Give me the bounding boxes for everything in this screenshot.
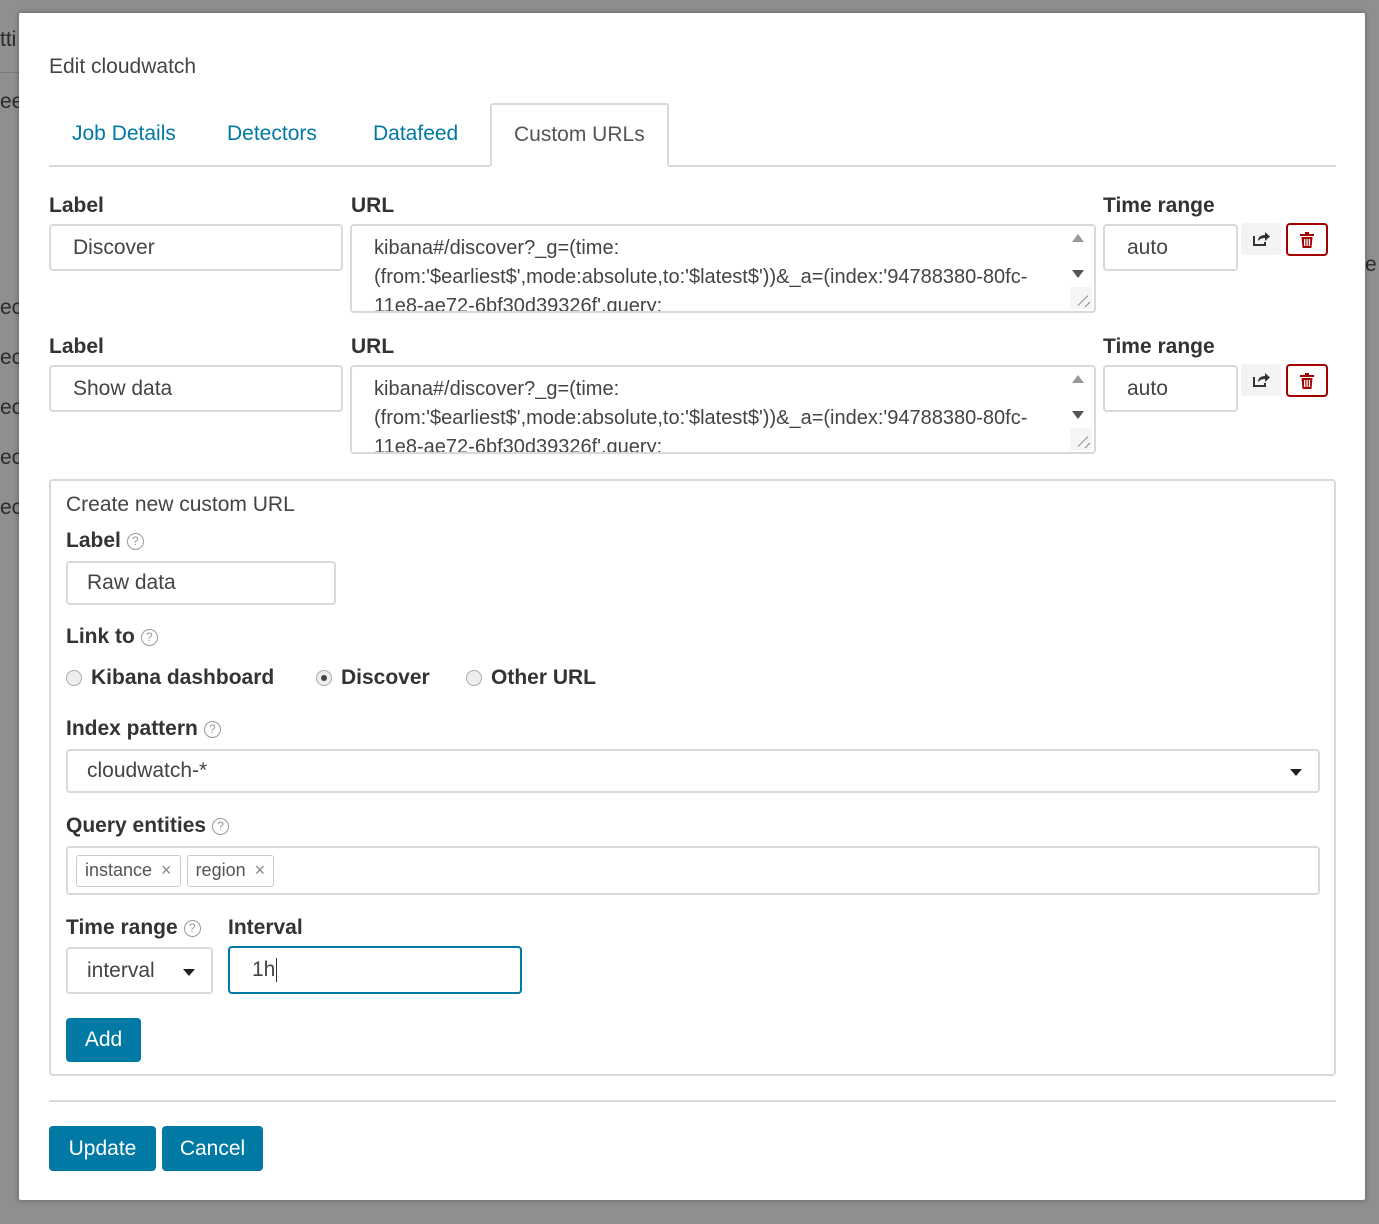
custom-url-text: kibana#/discover?_g=(time:(from:'$earlie… xyxy=(374,378,1028,454)
help-icon[interactable]: ? xyxy=(183,919,201,937)
query-entities-text: Query entities xyxy=(66,814,207,837)
panel-title: Create new custom URL xyxy=(66,493,295,516)
radio-button[interactable] xyxy=(466,670,482,686)
test-url-button[interactable] xyxy=(1241,364,1281,396)
custom-url-label-input[interactable]: Show data xyxy=(49,365,343,412)
link-to-heading: Link to? xyxy=(66,625,158,649)
edit-job-modal: Edit cloudwatch Job Details Detectors Da… xyxy=(19,13,1365,1200)
trash-icon xyxy=(1300,372,1314,389)
share-icon xyxy=(1253,232,1270,246)
test-url-button[interactable] xyxy=(1241,223,1281,255)
add-button[interactable]: Add xyxy=(66,1018,141,1062)
caret-down-icon xyxy=(183,969,195,976)
scroll-down-icon[interactable] xyxy=(1072,411,1084,419)
index-pattern-heading: Index pattern? xyxy=(66,717,221,741)
custom-url-time-range-input[interactable]: auto xyxy=(1103,224,1238,271)
close-icon[interactable]: × xyxy=(161,860,172,881)
tab-datafeed[interactable]: Datafeed xyxy=(373,103,458,165)
custom-url-time-range-input[interactable]: auto xyxy=(1103,365,1238,412)
query-entities-heading: Query entities? xyxy=(66,814,230,838)
time-range-heading: Time range xyxy=(1103,194,1215,217)
time-range-heading: Time range xyxy=(1103,335,1215,358)
close-icon[interactable]: × xyxy=(255,860,266,881)
radio-kibana-dashboard[interactable]: Kibana dashboard xyxy=(66,666,274,690)
modal-title: Edit cloudwatch xyxy=(49,55,197,78)
tab-bar: Job Details Detectors Datafeed Custom UR… xyxy=(49,103,1336,167)
time-range-select[interactable]: interval xyxy=(66,947,213,994)
text-cursor xyxy=(276,958,278,982)
interval-heading: Interval xyxy=(228,916,303,939)
new-custom-url-panel: Create new custom URL Label? Raw data Li… xyxy=(49,479,1336,1076)
help-icon[interactable]: ? xyxy=(203,720,221,738)
cancel-button[interactable]: Cancel xyxy=(162,1126,263,1171)
background-divider xyxy=(0,72,19,73)
resize-handle[interactable] xyxy=(1070,428,1092,450)
tab-job-details[interactable]: Job Details xyxy=(72,103,176,165)
entity-tag-label: region xyxy=(195,860,246,880)
custom-url-label-input[interactable]: Discover xyxy=(49,224,343,271)
trash-icon xyxy=(1300,231,1314,248)
entity-tag: instance × xyxy=(76,854,181,887)
query-entities-input[interactable]: instance × region × xyxy=(66,846,1320,895)
help-icon[interactable]: ? xyxy=(126,532,144,550)
new-time-range-heading: Time range? xyxy=(66,916,201,940)
custom-url-textarea[interactable]: kibana#/discover?_g=(time:(from:'$earlie… xyxy=(350,224,1096,313)
radio-label: Other URL xyxy=(491,666,596,689)
new-label-input[interactable]: Raw data xyxy=(66,561,336,605)
index-pattern-select[interactable]: cloudwatch-* xyxy=(66,749,1320,793)
delete-url-button[interactable] xyxy=(1286,364,1328,397)
background-text: tti xyxy=(0,28,17,51)
interval-value: 1h xyxy=(252,958,276,981)
scroll-down-icon[interactable] xyxy=(1072,270,1084,278)
radio-button[interactable] xyxy=(316,670,332,686)
resize-handle[interactable] xyxy=(1070,287,1092,309)
tab-detectors[interactable]: Detectors xyxy=(227,103,317,165)
footer-divider xyxy=(49,1100,1336,1102)
url-heading: URL xyxy=(351,335,395,358)
new-label-text: Label xyxy=(66,529,121,552)
scroll-up-icon[interactable] xyxy=(1072,234,1084,242)
interval-input[interactable]: 1h xyxy=(228,946,522,994)
caret-down-icon xyxy=(1290,769,1302,776)
delete-url-button[interactable] xyxy=(1286,223,1328,256)
time-range-value: interval xyxy=(87,958,155,982)
url-heading: URL xyxy=(351,194,395,217)
update-button[interactable]: Update xyxy=(49,1126,156,1171)
label-heading: Label xyxy=(49,194,104,217)
share-icon xyxy=(1253,373,1270,387)
radio-button[interactable] xyxy=(66,670,82,686)
radio-other-url[interactable]: Other URL xyxy=(466,666,596,690)
index-pattern-text: Index pattern xyxy=(66,717,198,740)
custom-url-text: kibana#/discover?_g=(time:(from:'$earlie… xyxy=(374,237,1028,313)
radio-discover[interactable]: Discover xyxy=(316,666,430,690)
help-icon[interactable]: ? xyxy=(212,817,230,835)
help-icon[interactable]: ? xyxy=(140,628,158,646)
background-text: e xyxy=(1365,253,1377,276)
entity-tag-label: instance xyxy=(85,860,153,880)
link-to-text: Link to xyxy=(66,625,135,648)
scroll-up-icon[interactable] xyxy=(1072,375,1084,383)
label-heading: Label xyxy=(49,335,104,358)
tab-custom-urls[interactable]: Custom URLs xyxy=(490,103,669,167)
new-time-range-text: Time range xyxy=(66,916,178,939)
new-label-heading: Label? xyxy=(66,529,144,553)
entity-tag: region × xyxy=(186,854,275,887)
radio-label: Kibana dashboard xyxy=(91,666,275,689)
index-pattern-value: cloudwatch-* xyxy=(87,759,208,782)
radio-label: Discover xyxy=(341,666,430,689)
custom-url-textarea[interactable]: kibana#/discover?_g=(time:(from:'$earlie… xyxy=(350,365,1096,454)
